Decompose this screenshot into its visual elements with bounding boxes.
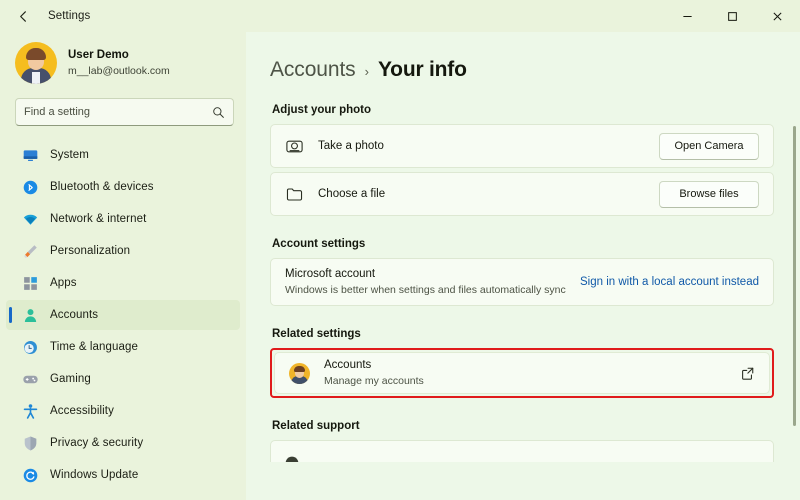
sidebar-item-label: Apps: [50, 277, 77, 289]
search-box[interactable]: [15, 98, 234, 126]
open-camera-button[interactable]: Open Camera: [659, 132, 759, 160]
page-title: Your info: [377, 58, 467, 81]
minimize-icon: [683, 15, 692, 17]
sidebar-item-apps[interactable]: Apps: [6, 268, 240, 298]
sidebar-item-network-internet[interactable]: Network & internet: [6, 204, 240, 234]
sidebar-item-windows-update[interactable]: Windows Update: [6, 460, 240, 490]
external-link-icon[interactable]: [740, 366, 755, 381]
row-subtitle: Windows is better when settings and file…: [285, 284, 566, 296]
search-icon: [213, 106, 224, 118]
maximize-icon: [728, 11, 737, 21]
profile-email: m__lab@outlook.com: [68, 65, 170, 77]
row-title: Take a photo: [318, 139, 384, 152]
accounts-related-row[interactable]: Accounts Manage my accounts: [274, 352, 770, 394]
sidebar-item-label: Personalization: [50, 245, 131, 257]
content-pane: Accounts › Your info Adjust your photo T…: [246, 32, 800, 500]
sidebar-item-gaming[interactable]: Gaming: [6, 364, 240, 394]
adjust-photo-heading: Adjust your photo: [272, 104, 372, 116]
browse-files-button[interactable]: Browse files: [659, 180, 759, 208]
vertical-scrollbar[interactable]: [793, 126, 796, 426]
sidebar-item-label: Bluetooth & devices: [50, 181, 154, 193]
avatar: [15, 42, 57, 84]
sidebar-item-bluetooth-devices[interactable]: Bluetooth & devices: [6, 172, 240, 202]
profile-block[interactable]: User Demo m__lab@outlook.com: [6, 32, 240, 94]
user-avatar-icon: [289, 362, 310, 384]
take-a-photo-row[interactable]: Take a photo Open Camera: [270, 124, 774, 168]
settings-window: Settings User Demo m__lab@outlook.com Fi…: [0, 0, 800, 500]
shield-icon: [24, 436, 37, 450]
related-support-row-partial[interactable]: [270, 440, 774, 462]
accessibility-icon: [23, 403, 38, 419]
sidebar-item-accessibility[interactable]: Accessibility: [6, 396, 240, 426]
sidebar-item-label: Network & internet: [50, 213, 147, 225]
apps-grid-icon: [24, 276, 37, 290]
gamepad-icon: [23, 375, 38, 383]
wifi-icon: [23, 214, 38, 225]
row-subtitle: Manage my accounts: [324, 375, 424, 387]
monitor-icon: [23, 149, 38, 161]
app-title: Settings: [48, 10, 91, 22]
folder-icon: [286, 187, 303, 201]
sidebar: User Demo m__lab@outlook.com Find a sett…: [0, 32, 246, 500]
minimize-button[interactable]: [665, 0, 710, 32]
related-support-heading: Related support: [272, 420, 360, 432]
sidebar-nav: System Bluetooth & devices Network & int…: [6, 138, 240, 492]
clock-globe-icon: [24, 340, 37, 354]
person-icon: [24, 308, 37, 322]
sidebar-item-system[interactable]: System: [6, 140, 240, 170]
sidebar-item-time-language[interactable]: Time & language: [6, 332, 240, 362]
close-button[interactable]: [755, 0, 800, 32]
maximize-button[interactable]: [710, 0, 755, 32]
back-arrow-icon: [19, 10, 26, 22]
breadcrumb: Accounts › Your info: [270, 58, 774, 82]
sidebar-item-privacy-security[interactable]: Privacy & security: [6, 428, 240, 458]
choose-a-file-row[interactable]: Choose a file Browse files: [270, 172, 774, 216]
highlight-box: Accounts Manage my accounts: [270, 348, 774, 398]
search-input[interactable]: [24, 106, 212, 118]
window-controls: [665, 0, 800, 32]
sidebar-item-accounts[interactable]: Accounts: [6, 300, 240, 330]
sidebar-item-label: Gaming: [50, 373, 91, 385]
related-settings-heading: Related settings: [272, 328, 361, 340]
sidebar-item-label: Time & language: [50, 341, 139, 353]
back-button[interactable]: [6, 1, 40, 31]
info-icon: [285, 456, 299, 462]
row-title: Microsoft account: [285, 268, 376, 280]
sidebar-item-label: System: [50, 149, 89, 161]
row-title: Accounts: [324, 359, 372, 371]
title-bar: Settings: [0, 0, 800, 32]
paintbrush-icon: [24, 244, 37, 258]
window-body: User Demo m__lab@outlook.com Find a sett…: [0, 32, 800, 500]
bluetooth-icon: [23, 180, 38, 194]
row-title: Choose a file: [318, 187, 386, 200]
sidebar-item-label: Windows Update: [50, 469, 139, 481]
sidebar-item-label: Accounts: [50, 309, 99, 321]
close-icon: [773, 11, 782, 21]
chevron-right-icon: ›: [364, 64, 369, 79]
breadcrumb-root[interactable]: Accounts: [270, 58, 356, 82]
sidebar-item-label: Privacy & security: [50, 437, 144, 449]
account-settings-heading: Account settings: [272, 238, 366, 250]
profile-name: User Demo: [68, 49, 129, 61]
update-refresh-icon: [23, 468, 38, 482]
sidebar-item-label: Accessibility: [50, 405, 114, 417]
camera-icon: [286, 140, 303, 152]
sidebar-item-personalization[interactable]: Personalization: [6, 236, 240, 266]
microsoft-account-row[interactable]: Microsoft account Windows is better when…: [270, 258, 774, 306]
sign-in-local-account-link[interactable]: Sign in with a local account instead: [580, 276, 759, 288]
